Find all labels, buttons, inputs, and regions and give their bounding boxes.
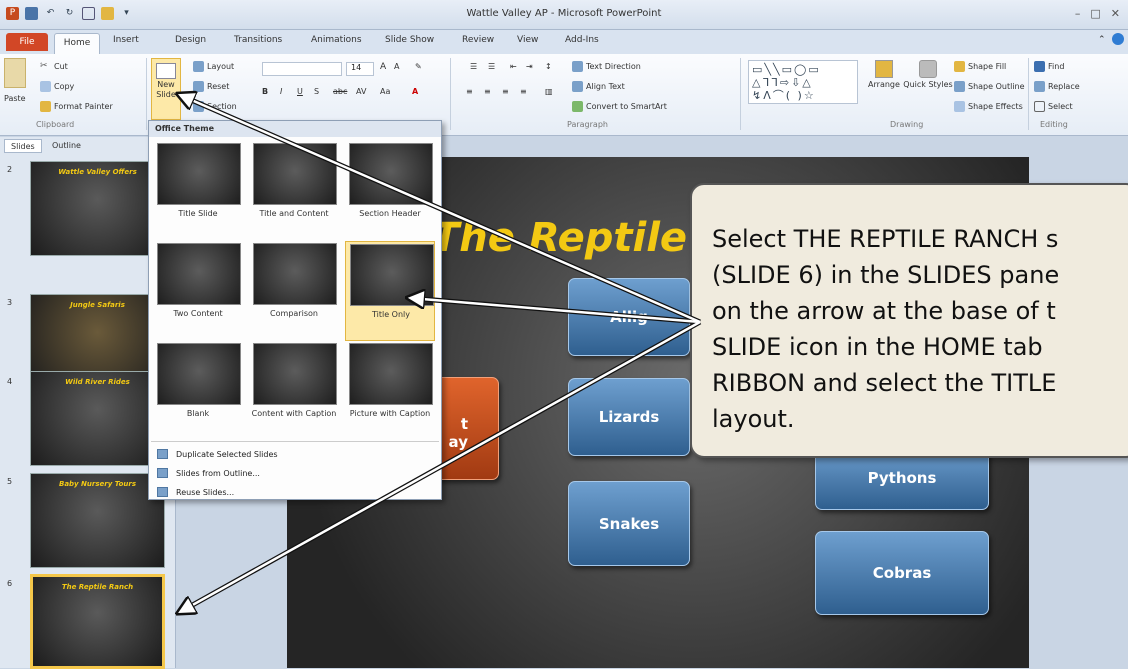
arrow-to-slide-6	[180, 320, 701, 612]
arrow-outlines	[178, 92, 702, 615]
arrow-to-new-slide	[180, 95, 701, 324]
annotation-arrows	[0, 0, 702, 668]
arrow-lines	[180, 95, 701, 612]
